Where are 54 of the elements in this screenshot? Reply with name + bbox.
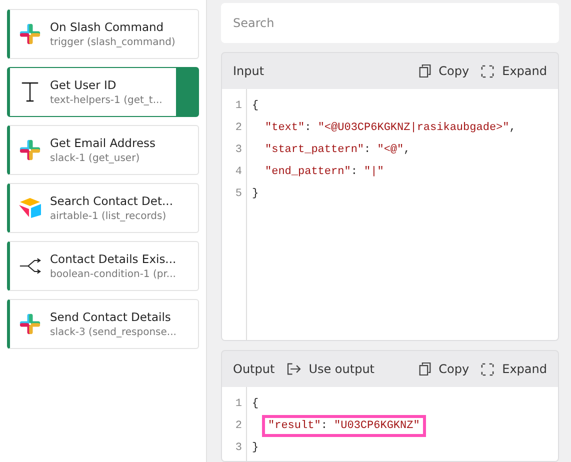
step-card[interactable]: On Slash Command trigger (slash_command) bbox=[7, 9, 199, 59]
line-number: 2 bbox=[235, 121, 242, 136]
copy-button[interactable]: Copy bbox=[418, 362, 470, 376]
step-title: On Slash Command bbox=[50, 20, 165, 34]
step-card[interactable]: Get User ID text-helpers-1 (get_t... bbox=[7, 67, 199, 117]
code-line: { bbox=[251, 99, 260, 114]
step-card[interactable]: Get Email Address slack-1 (get_user) bbox=[7, 125, 199, 175]
slack-logo-icon bbox=[19, 139, 41, 161]
step-title: Send Contact Details bbox=[50, 310, 172, 324]
text-icon bbox=[21, 81, 39, 103]
step-subtitle: text-helpers-1 (get_t... bbox=[50, 95, 164, 106]
copy-icon bbox=[418, 64, 431, 78]
code-line: "start_pattern": "<@", bbox=[264, 143, 412, 158]
step-title: Get Email Address bbox=[50, 136, 157, 150]
branch-icon bbox=[19, 258, 41, 274]
search-field[interactable]: Search bbox=[221, 3, 559, 43]
step-title: Get User ID bbox=[50, 78, 118, 92]
airtable-logo-icon bbox=[18, 197, 42, 219]
step-subtitle: trigger (slash_command) bbox=[50, 37, 176, 48]
line-number: 1 bbox=[235, 99, 242, 114]
slack-logo-icon bbox=[19, 23, 41, 45]
code-line: } bbox=[251, 187, 260, 202]
highlighted-code-line: "result": "U03CP6KGKNZ" bbox=[262, 415, 426, 437]
code-line: { bbox=[251, 397, 260, 412]
code-line: "text": "<@U03CP6KGKNZ|rasikaubgade>", bbox=[264, 121, 517, 136]
step-card[interactable]: Search Contact Det... airtable-1 (list_records) bbox=[7, 183, 199, 233]
copy-icon bbox=[418, 362, 431, 376]
step-subtitle: slack-3 (send_response... bbox=[50, 327, 178, 338]
line-number: 5 bbox=[235, 187, 242, 202]
step-card[interactable]: Contact Details Exis... boolean-condition-1 (pr... bbox=[7, 241, 199, 291]
panel-title: Input bbox=[233, 64, 264, 78]
use-output-button[interactable]: Use output bbox=[286, 362, 374, 376]
code-line: } bbox=[251, 441, 260, 456]
copy-button[interactable]: Copy bbox=[418, 64, 470, 78]
step-subtitle: airtable-1 (list_records) bbox=[50, 211, 168, 222]
line-number: 4 bbox=[235, 165, 242, 180]
expand-icon bbox=[481, 362, 494, 376]
line-number: 2 bbox=[235, 419, 242, 434]
panel-title: Output bbox=[233, 362, 275, 376]
step-subtitle: boolean-condition-1 (pr... bbox=[50, 269, 177, 280]
line-number: 3 bbox=[235, 143, 242, 158]
line-number: 1 bbox=[235, 397, 242, 412]
slack-logo-icon bbox=[19, 313, 41, 335]
arrow-into-icon bbox=[286, 363, 301, 375]
expand-button[interactable]: Expand bbox=[481, 64, 547, 78]
code-line: "end_pattern": "|" bbox=[264, 165, 385, 180]
line-number: 3 bbox=[235, 441, 242, 456]
expand-button[interactable]: Expand bbox=[481, 362, 547, 376]
selected-tab bbox=[176, 68, 198, 116]
step-subtitle: slack-1 (get_user) bbox=[50, 153, 141, 164]
expand-icon bbox=[481, 64, 494, 78]
step-card[interactable]: Send Contact Details slack-3 (send_response... bbox=[7, 299, 199, 349]
step-title: Search Contact Det... bbox=[50, 194, 174, 208]
step-title: Contact Details Exis... bbox=[50, 252, 178, 266]
